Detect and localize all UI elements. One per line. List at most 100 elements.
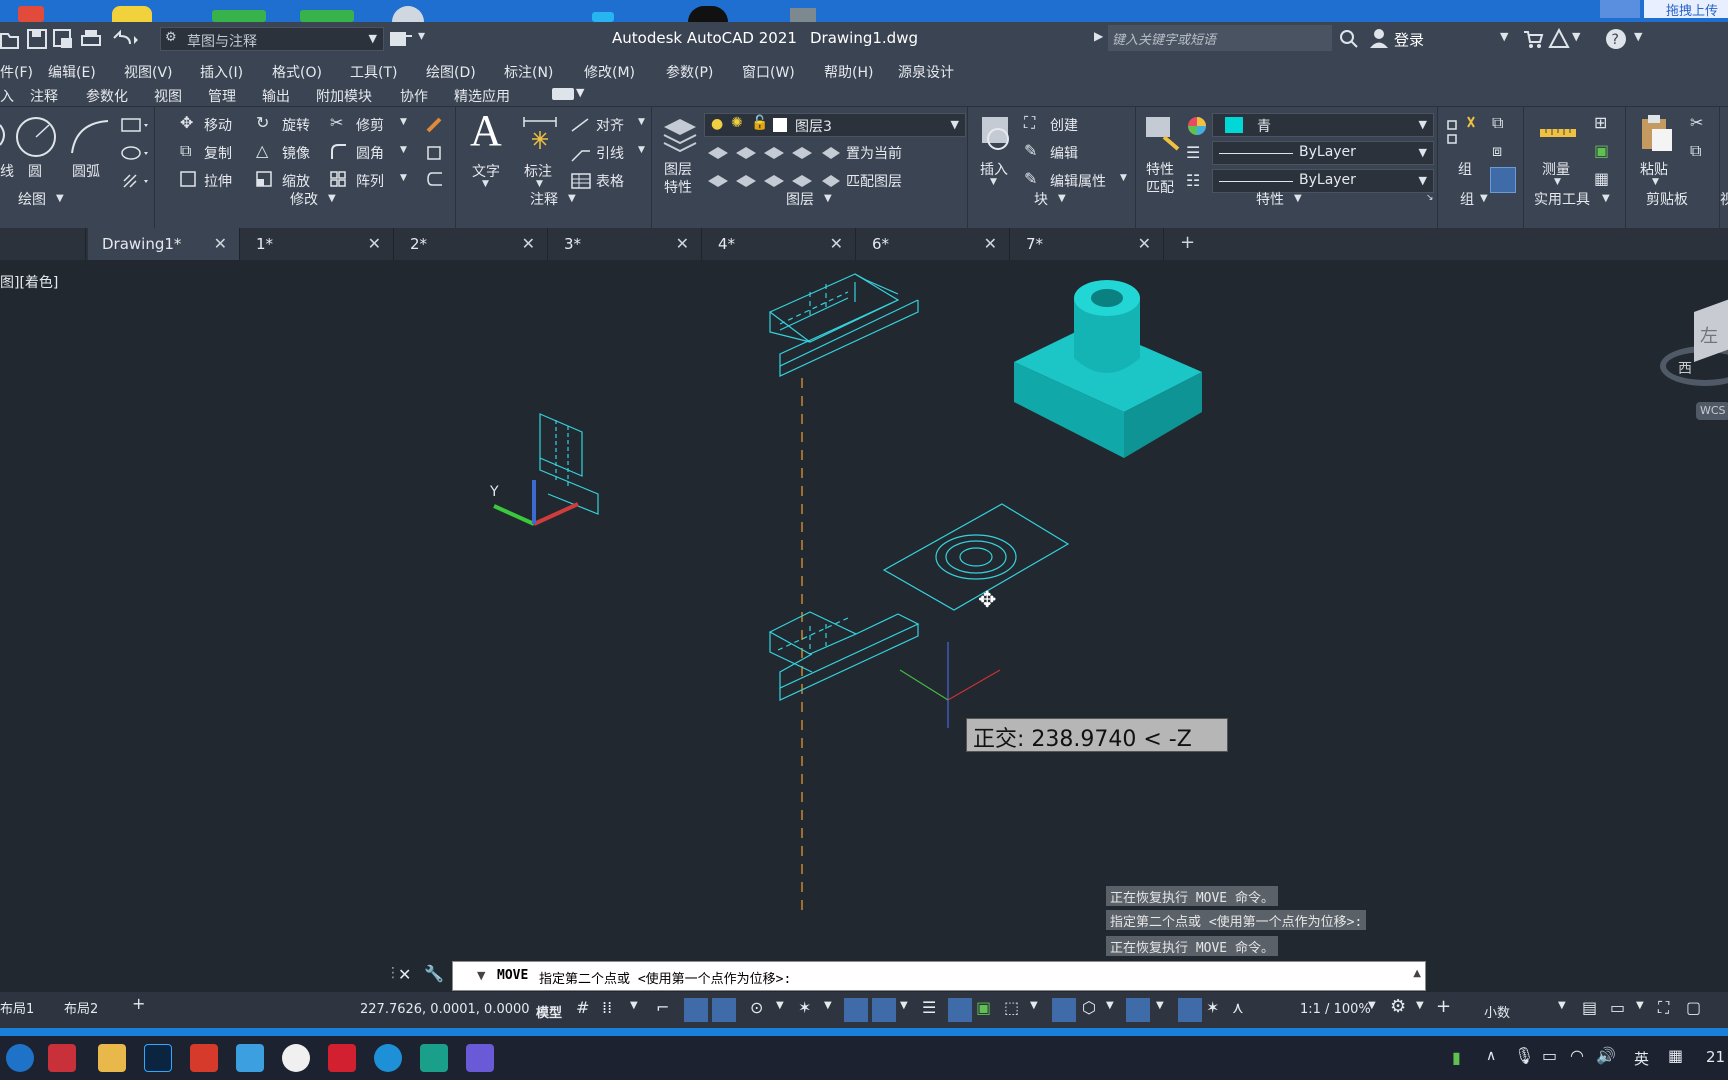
menu-insert[interactable]: 插入(I): [200, 62, 243, 82]
fillet-button[interactable]: 圆角: [356, 143, 384, 163]
dynamic-input-toggle[interactable]: [684, 998, 708, 1022]
paste-icon[interactable]: [1636, 113, 1676, 153]
chevron-down-icon[interactable]: ▼: [400, 117, 407, 127]
wps-icon[interactable]: [190, 1044, 218, 1072]
match-layer-icon[interactable]: [820, 171, 842, 191]
app-icon[interactable]: [688, 6, 728, 22]
tab-view[interactable]: 视图: [154, 86, 182, 106]
arc-icon[interactable]: [68, 115, 112, 159]
hatch-icon[interactable]: [120, 171, 150, 191]
viewcube[interactable]: 左 西 WCS: [1660, 282, 1728, 420]
cut-icon[interactable]: ✂: [1690, 113, 1703, 132]
volume-icon[interactable]: 🔊: [1596, 1046, 1616, 1065]
chevron-down-icon[interactable]: ▼: [1554, 177, 1561, 187]
group-select-toggle[interactable]: [1490, 167, 1516, 193]
close-icon[interactable]: ✕: [830, 234, 843, 253]
chevron-down-icon[interactable]: ▼: [776, 1000, 784, 1011]
annotation-scale-icon[interactable]: ⋏: [1232, 998, 1244, 1017]
new-tab-button[interactable]: +: [1180, 232, 1195, 253]
open-icon[interactable]: [0, 28, 20, 50]
select-all-icon[interactable]: ▣: [1594, 141, 1609, 160]
chevron-up-icon[interactable]: ▲: [1413, 968, 1421, 979]
cloud-icon[interactable]: [1600, 0, 1640, 18]
draw-panel-title[interactable]: 绘图: [18, 189, 46, 209]
chevron-down-icon[interactable]: ▼: [1058, 193, 1066, 204]
tab-output[interactable]: 输出: [262, 86, 290, 106]
menu-modify[interactable]: 修改(M): [584, 62, 635, 82]
transparency-toggle[interactable]: [948, 998, 972, 1022]
layer-select[interactable]: ● ✺ 🔓 图层3 ▼: [704, 113, 966, 137]
graphics-performance-icon[interactable]: ▭: [1610, 998, 1625, 1017]
fillet-icon[interactable]: [328, 141, 348, 161]
annotation-scale[interactable]: 1:1 / 100%: [1300, 1002, 1371, 1017]
chevron-down-icon[interactable]: ▼: [328, 193, 336, 204]
tab-parametric[interactable]: 参数化: [86, 86, 128, 106]
menu-window[interactable]: 窗口(W): [742, 62, 795, 82]
menu-dimension[interactable]: 标注(N): [504, 62, 553, 82]
close-icon[interactable]: ✕: [522, 234, 535, 253]
layer-tools-row-2[interactable]: [706, 171, 814, 191]
stretch-button[interactable]: 拉伸: [204, 171, 232, 191]
drawing-canvas[interactable]: 图][着色] Y ✥ 正交: 238.9740 < -Z 左 西 WCS 正在恢…: [0, 262, 1728, 958]
view-panel-title[interactable]: 视: [1720, 189, 1728, 209]
insert-block-icon[interactable]: [974, 113, 1018, 153]
scale-button[interactable]: 缩放: [282, 171, 310, 191]
workspace-select[interactable]: ⚙ 草图与注释 ▼: [160, 27, 384, 51]
share-icon[interactable]: [388, 28, 414, 50]
microphone-icon[interactable]: 🎙: [1514, 1046, 1534, 1065]
doc-tab[interactable]: 7* ✕: [1012, 228, 1164, 260]
array-button[interactable]: 阵列: [356, 171, 384, 191]
insert-label[interactable]: 插入: [980, 159, 1008, 179]
quick-select-icon[interactable]: ⊞: [1594, 113, 1607, 132]
menu-file[interactable]: 件(F): [0, 62, 33, 82]
app-icon[interactable]: [592, 12, 614, 22]
match-properties-label-1[interactable]: 特性: [1146, 159, 1174, 179]
dimension-label[interactable]: 标注: [524, 161, 552, 181]
infer-constraints-icon[interactable]: ⌐: [656, 998, 669, 1017]
app-icon[interactable]: [300, 10, 354, 22]
isodraft-icon[interactable]: ✶: [798, 998, 811, 1017]
add-layout-button[interactable]: +: [132, 994, 145, 1013]
close-icon[interactable]: ✕: [676, 234, 689, 253]
menu-help[interactable]: 帮助(H): [824, 62, 873, 82]
chevron-down-icon[interactable]: ▼: [1156, 1000, 1164, 1011]
gizmo-toggle[interactable]: [1126, 998, 1150, 1022]
layer-tools-row-1[interactable]: [706, 143, 814, 163]
units-select[interactable]: 小数: [1484, 1002, 1510, 1021]
doc-tab[interactable]: 2* ✕: [396, 228, 548, 260]
annotation-panel-title[interactable]: 注释: [530, 189, 558, 209]
linetype-select[interactable]: ByLayer ▼: [1212, 141, 1434, 165]
doc-tab[interactable]: Drawing1* ✕: [88, 228, 240, 260]
app-icon[interactable]: [282, 1044, 310, 1072]
set-current-icon[interactable]: [820, 143, 842, 163]
search-input[interactable]: 键入关键字或短语: [1108, 25, 1332, 51]
chevron-down-icon[interactable]: ▼: [900, 1000, 908, 1011]
ortho-toggle[interactable]: [712, 998, 736, 1022]
chevron-down-icon[interactable]: ▼: [1480, 193, 1488, 204]
layers-panel-title[interactable]: 图层: [786, 189, 814, 209]
modify-panel-title[interactable]: 修改: [290, 189, 318, 209]
3d-osnap-icon[interactable]: ⬚: [1004, 998, 1019, 1017]
tab-featured-apps[interactable]: 精选应用: [454, 86, 510, 106]
copy-button[interactable]: 复制: [204, 143, 232, 163]
rotate-button[interactable]: 旋转: [282, 115, 310, 135]
chevron-down-icon[interactable]: ▼: [568, 193, 576, 204]
command-line[interactable]: ▼ MOVE 指定第二个点或 <使用第一个点作为位移>: ▲: [452, 961, 1426, 991]
file-explorer-icon[interactable]: [98, 1044, 126, 1072]
chevron-up-icon[interactable]: ∧: [1486, 1048, 1496, 1064]
calculator-icon[interactable]: ▦: [1594, 169, 1609, 188]
quick-properties-icon[interactable]: ▤: [1582, 998, 1597, 1017]
chevron-down-icon[interactable]: ▼: [536, 179, 543, 189]
dynamic-ucs-toggle[interactable]: [1052, 998, 1076, 1022]
group-label[interactable]: 组: [1458, 159, 1472, 179]
expand-icon[interactable]: ▶: [1094, 29, 1103, 43]
chevron-down-icon[interactable]: ▼: [1636, 1000, 1644, 1011]
text-icon[interactable]: A: [470, 105, 502, 156]
layout-tab[interactable]: 布局2: [64, 998, 98, 1017]
chevron-down-icon[interactable]: ▼: [1294, 193, 1302, 204]
app-icon[interactable]: [236, 1044, 264, 1072]
chevron-down-icon[interactable]: ▼: [1368, 1000, 1376, 1011]
chevron-down-icon[interactable]: ▼: [56, 193, 64, 204]
battery-icon[interactable]: ▭: [1542, 1046, 1557, 1065]
edit-block-icon[interactable]: ✎: [1024, 141, 1037, 160]
